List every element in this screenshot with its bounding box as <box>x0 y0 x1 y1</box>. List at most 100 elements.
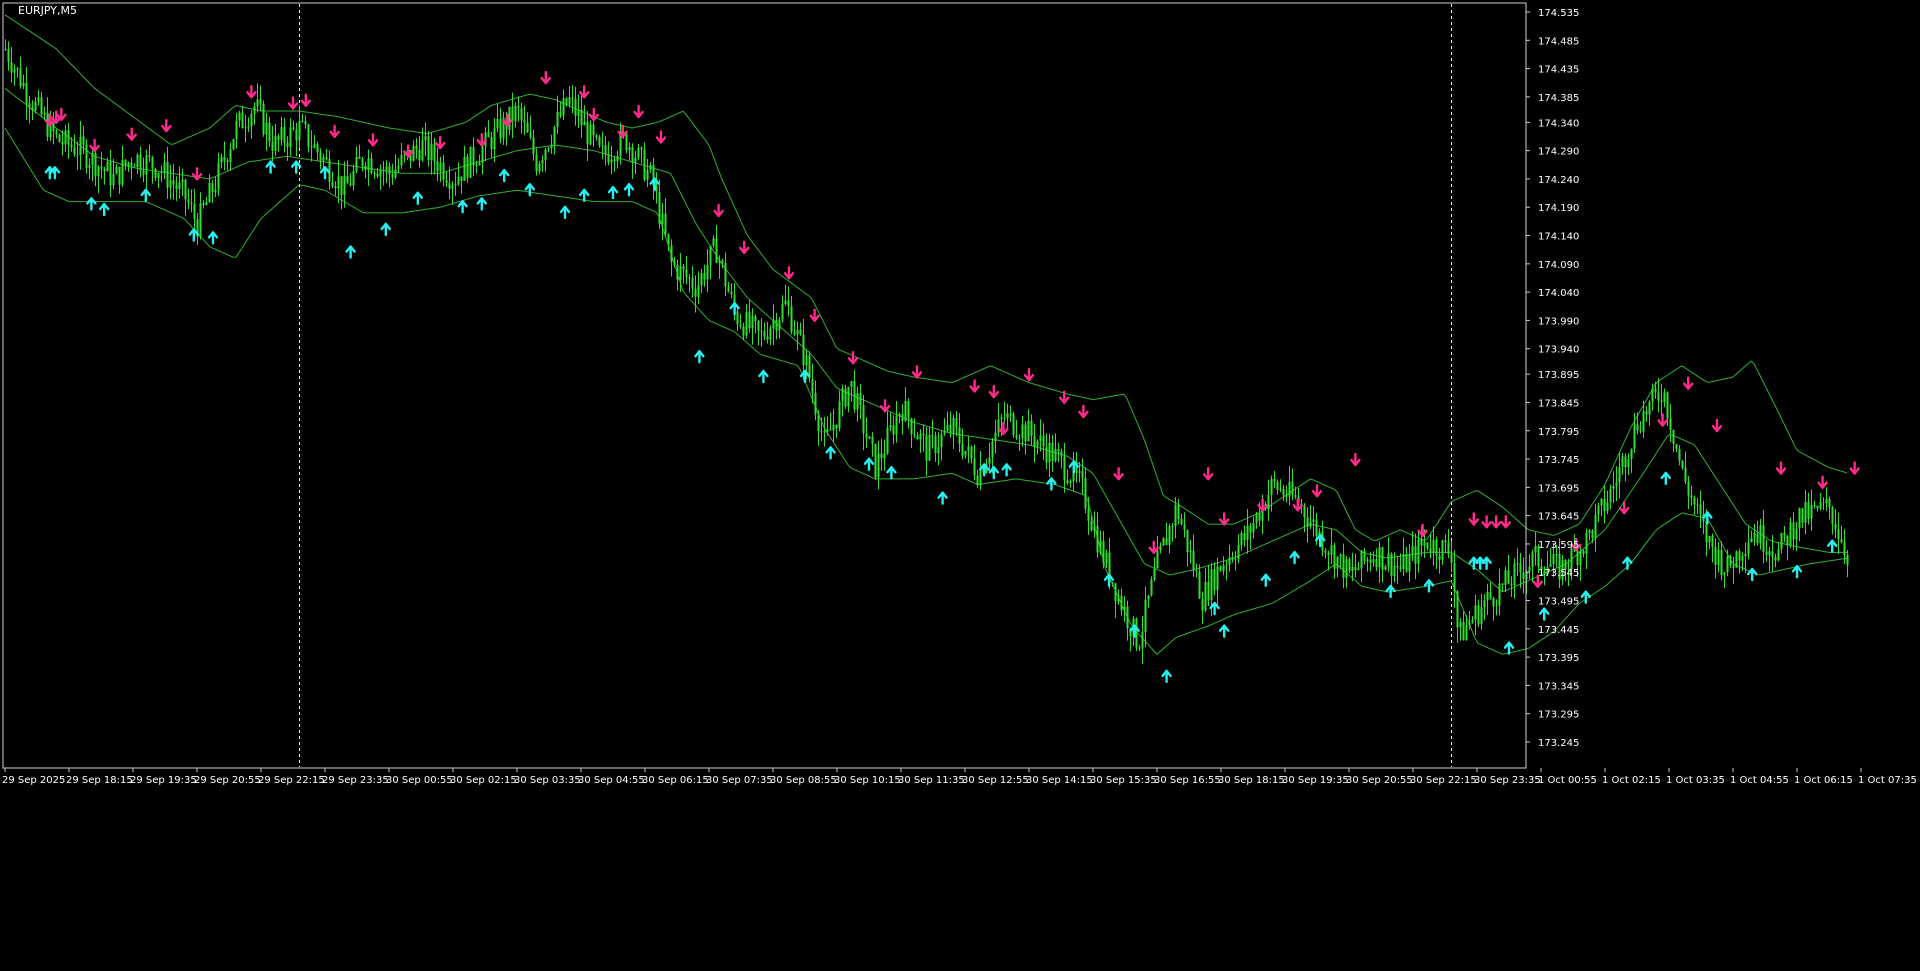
candle-body <box>532 137 535 155</box>
candle-body <box>994 432 997 442</box>
candle-body <box>496 119 499 129</box>
candle-body <box>487 132 490 138</box>
candle-body <box>1399 567 1402 570</box>
candle-body <box>1765 551 1768 556</box>
candle-body <box>85 144 88 168</box>
candle-body <box>1210 569 1213 601</box>
candle-body <box>1735 551 1738 568</box>
x-tick-label: 30 Sep 22:15 <box>1410 775 1477 786</box>
candle-body <box>121 159 124 185</box>
candle-body <box>493 128 496 150</box>
candle-body <box>283 127 286 143</box>
candle-body <box>235 120 238 140</box>
y-tick-label: 173.795 <box>1538 427 1579 438</box>
candle-body <box>1042 435 1045 447</box>
candle-body <box>556 111 559 128</box>
x-tick-label: 30 Sep 10:15 <box>834 775 901 786</box>
candle-body <box>961 443 964 456</box>
candle-body <box>856 392 859 410</box>
x-tick-label: 29 Sep 23:35 <box>322 775 389 786</box>
candle-body <box>940 434 943 448</box>
candle-body <box>715 238 718 263</box>
candle-body <box>73 147 76 155</box>
candle-body <box>1081 471 1084 479</box>
candle-body <box>1477 605 1480 624</box>
candle-body <box>1792 522 1795 540</box>
x-tick-label: 30 Sep 04:55 <box>578 775 645 786</box>
candle-body <box>1027 420 1030 442</box>
candle-body <box>1528 566 1531 572</box>
candle-body <box>1057 448 1060 452</box>
candle-body <box>1777 549 1780 561</box>
x-tick-label: 30 Sep 12:55 <box>962 775 1029 786</box>
x-tick-label: 1 Oct 07:35 <box>1858 775 1917 786</box>
candle-body <box>805 355 808 366</box>
candle-body <box>838 401 841 429</box>
candle-body <box>259 99 262 104</box>
candle-body <box>625 133 628 151</box>
candle-body <box>34 101 37 111</box>
candle-body <box>1714 546 1717 565</box>
candle-body <box>823 431 826 433</box>
candle-body <box>91 152 94 166</box>
candle-body <box>82 136 85 145</box>
candle-body <box>208 182 211 203</box>
candle-body <box>163 162 166 172</box>
candle-body <box>727 286 730 292</box>
candle-body <box>367 158 370 170</box>
candle-body <box>1156 550 1159 569</box>
candle-body <box>1333 545 1336 569</box>
candle-body <box>1354 566 1357 571</box>
candle-body <box>583 121 586 126</box>
candle-body <box>1348 559 1351 572</box>
candle-body <box>1276 481 1279 491</box>
candle-body <box>1594 514 1597 538</box>
candle-body <box>937 447 940 454</box>
candle-body <box>19 68 22 87</box>
candle-body <box>1846 554 1849 566</box>
candle-body <box>1729 556 1732 566</box>
candle-body <box>784 300 787 305</box>
candle-body <box>928 434 931 461</box>
candle-body <box>1747 542 1750 554</box>
candle-body <box>1435 539 1438 556</box>
candle-body <box>1759 525 1762 544</box>
candle-body <box>610 159 613 163</box>
candle-body <box>1426 542 1429 549</box>
candle-body <box>1186 529 1189 553</box>
y-tick-label: 174.240 <box>1538 175 1579 186</box>
candle-body <box>1174 504 1177 527</box>
y-tick-label: 173.645 <box>1538 512 1579 523</box>
candle-body <box>1423 542 1426 546</box>
candle-body <box>700 273 703 286</box>
y-tick-label: 174.290 <box>1538 147 1579 158</box>
candle-body <box>1150 579 1153 596</box>
candle-body <box>382 169 385 171</box>
candle-body <box>10 61 13 73</box>
price-chart[interactable]: EURJPY,M5 174.535 174.485 174.435 174.385 17… <box>0 0 1920 967</box>
x-tick-label: 30 Sep 19:35 <box>1282 775 1349 786</box>
candle-body <box>721 260 724 263</box>
candle-body <box>1783 532 1786 536</box>
candle-body <box>289 127 292 147</box>
candle-body <box>1666 392 1669 419</box>
candle-body <box>442 162 445 180</box>
x-tick-label: 29 Sep 20:55 <box>194 775 261 786</box>
candle-body <box>538 163 541 172</box>
candle-body <box>1813 505 1816 507</box>
candle-body <box>991 441 994 458</box>
candle-body <box>7 49 10 62</box>
candle-body <box>565 98 568 105</box>
candle-body <box>151 157 154 169</box>
candle-body <box>1486 591 1489 601</box>
x-tick-label: 30 Sep 16:55 <box>1154 775 1221 786</box>
candle-body <box>1018 437 1021 439</box>
candle-body <box>181 179 184 183</box>
candle-body <box>1090 520 1093 531</box>
candle-body <box>796 329 799 335</box>
candle-body <box>1576 550 1579 565</box>
candle-body <box>1204 581 1207 611</box>
candle-body <box>76 154 79 156</box>
x-tick-label: 30 Sep 02:15 <box>450 775 517 786</box>
candle-body <box>1798 508 1801 529</box>
